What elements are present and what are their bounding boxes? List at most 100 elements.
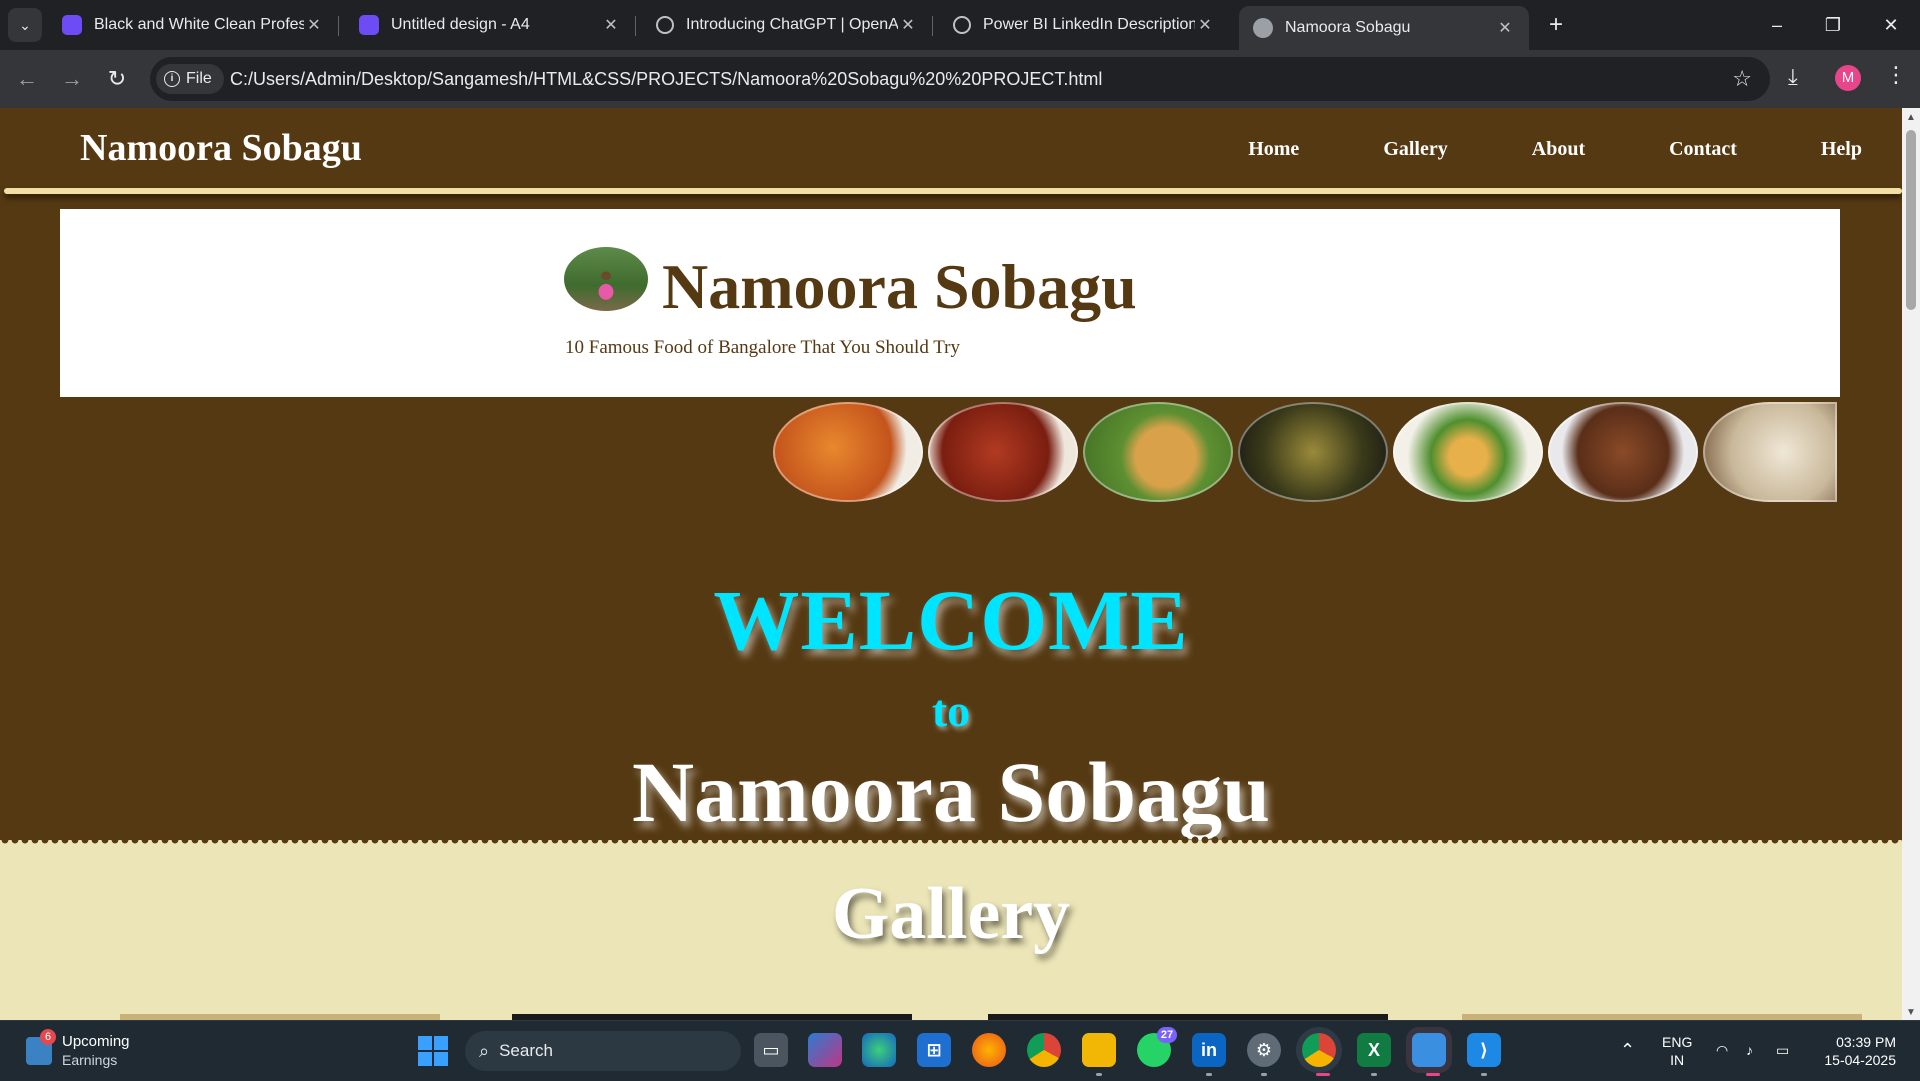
task-view-icon[interactable]: ▭ — [754, 1033, 788, 1067]
scrollbar-thumb[interactable] — [1906, 130, 1916, 310]
close-tab-icon[interactable]: ✕ — [1195, 15, 1215, 35]
food-image-stuffed — [1238, 402, 1388, 502]
vscode-icon[interactable]: ⟩ — [1467, 1033, 1501, 1067]
copilot-icon[interactable] — [808, 1033, 842, 1067]
tab-title: Untitled design - A4 — [391, 16, 530, 33]
openai-icon — [656, 16, 674, 34]
canva-icon — [359, 15, 379, 35]
chrome-icon[interactable] — [1027, 1033, 1061, 1067]
gallery-title: Gallery — [831, 873, 1071, 955]
download-icon[interactable]: ⤓ — [1788, 64, 1798, 90]
excel-icon[interactable]: X — [1357, 1033, 1391, 1067]
chrome-profile-icon[interactable] — [1302, 1033, 1336, 1067]
url-text[interactable]: C:/Users/Admin/Desktop/Sangamesh/HTML&CS… — [230, 57, 1102, 101]
search-icon: ⌕ — [479, 1040, 490, 1061]
language-label[interactable]: ENG — [1662, 1033, 1692, 1051]
food-image-strip — [773, 402, 1837, 502]
notification-badge: 27 — [1157, 1027, 1177, 1043]
address-bar[interactable]: i File C:/Users/Admin/Desktop/Sangamesh/… — [150, 57, 1770, 101]
paint-icon[interactable] — [1412, 1033, 1446, 1067]
food-image-dosa — [1083, 402, 1233, 502]
forward-icon[interactable]: → — [57, 64, 87, 94]
welcome-heading: WELCOME — [713, 572, 1189, 668]
browser-tab[interactable]: Introducing ChatGPT | OpenAI ✕ — [642, 6, 933, 44]
profile-avatar[interactable]: M — [1835, 65, 1861, 91]
menu-icon[interactable]: ⋮ — [1885, 62, 1907, 88]
firefox-icon[interactable] — [972, 1033, 1006, 1067]
page-viewport: Namoora Sobagu Home Gallery About Contac… — [0, 108, 1902, 1020]
site-nav-links: Home Gallery About Contact Help — [1248, 138, 1902, 161]
close-tab-icon[interactable]: ✕ — [601, 15, 621, 35]
hero-title: Namoora Sobagu — [662, 251, 1137, 322]
close-tab-icon[interactable]: ✕ — [304, 15, 324, 35]
taskbar-search[interactable]: ⌕ Search — [465, 1031, 741, 1071]
settings-icon[interactable]: ⚙ — [1247, 1033, 1281, 1067]
globe-icon — [1253, 18, 1273, 38]
nav-divider — [4, 188, 1902, 194]
close-tab-icon[interactable]: ✕ — [1495, 18, 1515, 38]
close-window-icon[interactable]: ✕ — [1868, 8, 1914, 42]
hero-subtitle: 10 Famous Food of Bangalore That You Sho… — [565, 337, 961, 358]
scroll-down-icon[interactable]: ▼ — [1902, 1007, 1920, 1018]
file-explorer-icon[interactable] — [1082, 1033, 1116, 1067]
back-icon[interactable]: ← — [12, 64, 42, 94]
battery-icon[interactable]: ▭ — [1776, 1041, 1789, 1059]
restore-icon[interactable]: ❐ — [1810, 8, 1856, 42]
openai-icon — [953, 16, 971, 34]
page-scrollbar[interactable]: ▲ ▼ — [1902, 108, 1920, 1020]
browser-tab[interactable]: Power BI LinkedIn Description ✕ — [939, 6, 1229, 44]
gallery-section: Gallery — [0, 834, 1902, 1020]
site-brand[interactable]: Namoora Sobagu — [80, 126, 362, 170]
food-image-pasta — [773, 402, 923, 502]
bookmark-star-icon[interactable]: ☆ — [1732, 57, 1752, 101]
welcome-to: to — [931, 685, 971, 736]
scroll-up-icon[interactable]: ▲ — [1902, 112, 1920, 123]
edge-icon[interactable] — [862, 1033, 896, 1067]
food-image-fried-starter — [1548, 402, 1698, 502]
volume-icon[interactable]: ♪ — [1746, 1041, 1753, 1059]
profile-photo — [564, 247, 648, 311]
new-tab-button[interactable]: + — [1540, 10, 1572, 42]
wifi-icon[interactable]: ◠ — [1716, 1041, 1728, 1059]
scheme-label: File — [186, 70, 212, 87]
tab-search-button[interactable]: ⌄ — [8, 8, 42, 42]
hero-card: Namoora Sobagu 10 Famous Food of Bangalo… — [60, 209, 1840, 397]
reload-icon[interactable]: ↻ — [102, 64, 132, 94]
browser-tab[interactable]: Untitled design - A4 ✕ — [345, 6, 636, 44]
nav-contact[interactable]: Contact — [1669, 138, 1737, 161]
start-button-icon[interactable] — [418, 1036, 448, 1066]
tab-title: Black and White Clean Professio — [94, 16, 304, 33]
close-tab-icon[interactable]: ✕ — [898, 15, 918, 35]
info-icon: i — [164, 71, 180, 87]
food-image-thali — [1393, 402, 1543, 502]
canva-icon — [62, 15, 82, 35]
widget-subtitle: Earnings — [62, 1052, 118, 1068]
linkedin-icon[interactable]: in — [1192, 1033, 1226, 1067]
nav-about[interactable]: About — [1532, 138, 1585, 161]
site-info-chip[interactable]: i File — [156, 64, 224, 94]
clock-date[interactable]: 15-04-2025 — [1812, 1051, 1896, 1069]
browser-tab-active[interactable]: Namoora Sobagu ✕ — [1239, 6, 1529, 50]
region-label[interactable]: IN — [1662, 1051, 1692, 1069]
food-image-rice — [1703, 402, 1837, 502]
store-icon[interactable]: ⊞ — [917, 1033, 951, 1067]
weather-widget[interactable]: 6 Upcoming Earnings — [26, 1029, 130, 1069]
minimize-icon[interactable]: – — [1754, 8, 1800, 42]
site-navbar: Namoora Sobagu Home Gallery About Contac… — [0, 108, 1902, 194]
nav-gallery[interactable]: Gallery — [1383, 138, 1447, 161]
chevron-up-icon[interactable]: ⌃ — [1620, 1041, 1635, 1059]
tab-title: Power BI LinkedIn Description — [983, 16, 1195, 33]
nav-help[interactable]: Help — [1821, 138, 1862, 161]
scalloped-border — [0, 834, 1902, 846]
browser-toolbar: ← → ↻ i File C:/Users/Admin/Desktop/Sang… — [0, 50, 1920, 108]
food-image-chilli-chicken — [928, 402, 1078, 502]
clock-time[interactable]: 03:39 PM — [1812, 1033, 1896, 1051]
browser-tab[interactable]: Black and White Clean Professio ✕ — [48, 6, 339, 44]
widget-title: Upcoming — [62, 1033, 130, 1050]
welcome-site-name: Namoora Sobagu — [632, 744, 1270, 840]
nav-home[interactable]: Home — [1248, 138, 1299, 161]
whatsapp-icon[interactable]: 27 — [1137, 1027, 1177, 1067]
notification-badge: 6 — [40, 1029, 56, 1045]
tab-title: Introducing ChatGPT | OpenAI — [686, 16, 898, 33]
tab-title: Namoora Sobagu — [1285, 19, 1411, 36]
